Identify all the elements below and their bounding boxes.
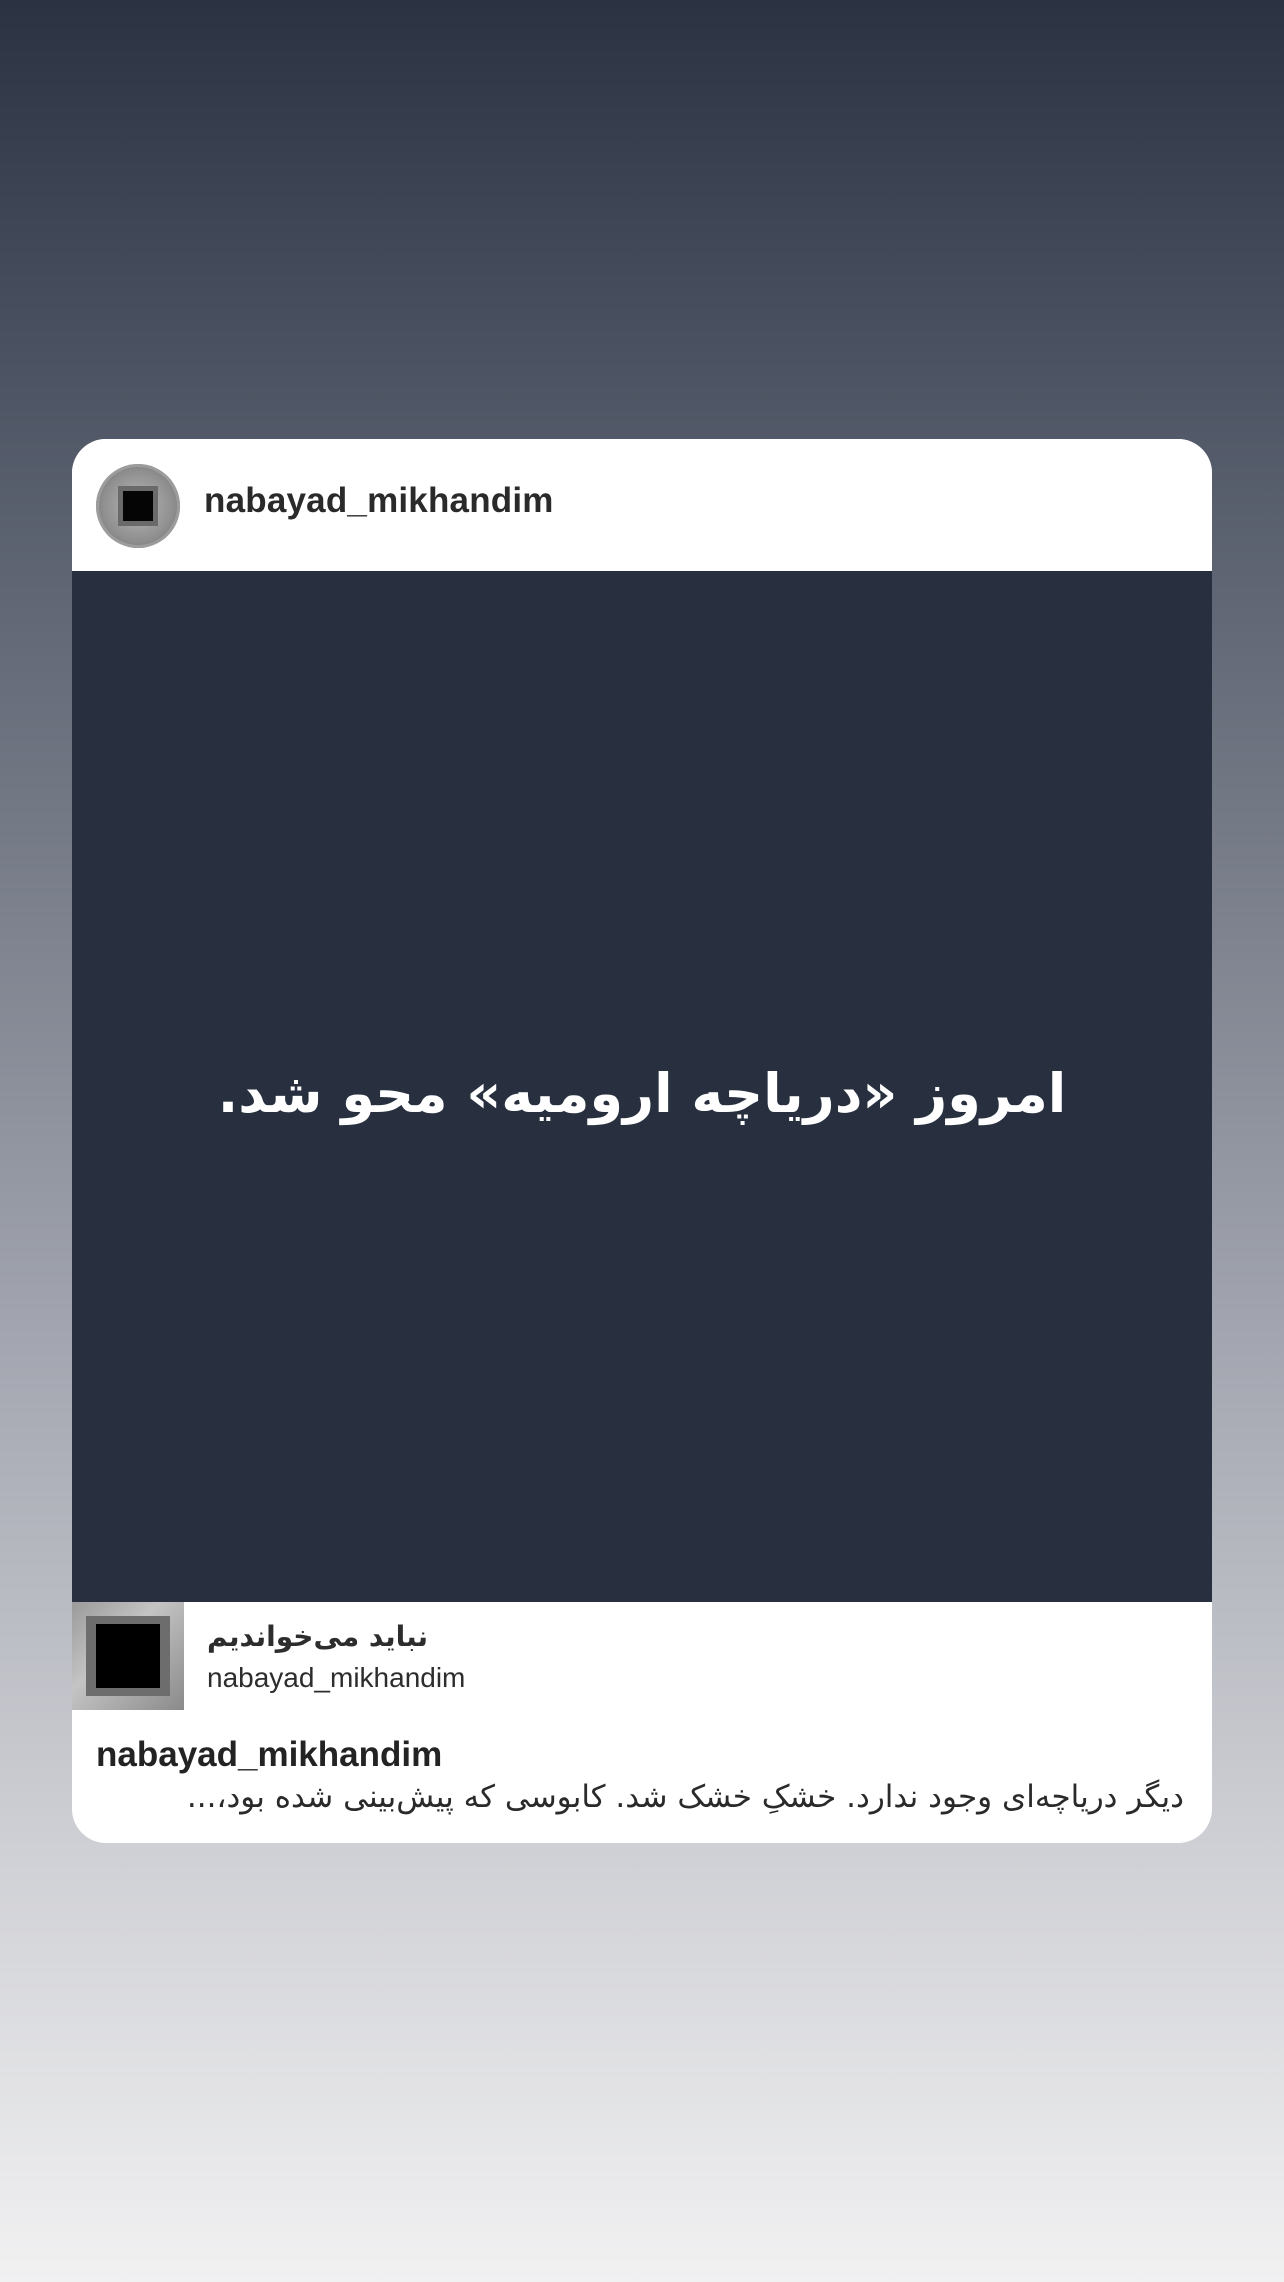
attribution-username[interactable]: nabayad_mikhandim: [207, 1662, 465, 1694]
black-square-inner: [96, 1624, 160, 1688]
caption-text: دیگر دریاچه‌ای وجود ندارد. خشکِ خشک شد. …: [186, 1779, 1184, 1815]
story-post-card[interactable]: nabayad_mikhandim امروز «دریاچه ارومیه» …: [72, 439, 1212, 1843]
attribution-thumbnail[interactable]: [72, 1602, 184, 1710]
caption-username[interactable]: nabayad_mikhandim: [96, 1735, 442, 1775]
post-header: nabayad_mikhandim: [72, 439, 1212, 571]
post-text: امروز «دریاچه ارومیه» محو شد.: [217, 1062, 1067, 1125]
header-username[interactable]: nabayad_mikhandim: [204, 481, 554, 521]
post-media[interactable]: امروز «دریاچه ارومیه» محو شد.: [72, 571, 1212, 1602]
black-square-inner: [123, 491, 153, 521]
attribution-title: نباید می‌خواندیم: [207, 1620, 429, 1653]
profile-avatar[interactable]: [96, 464, 180, 548]
post-attribution[interactable]: نباید می‌خواندیم nabayad_mikhandim: [72, 1602, 1212, 1710]
